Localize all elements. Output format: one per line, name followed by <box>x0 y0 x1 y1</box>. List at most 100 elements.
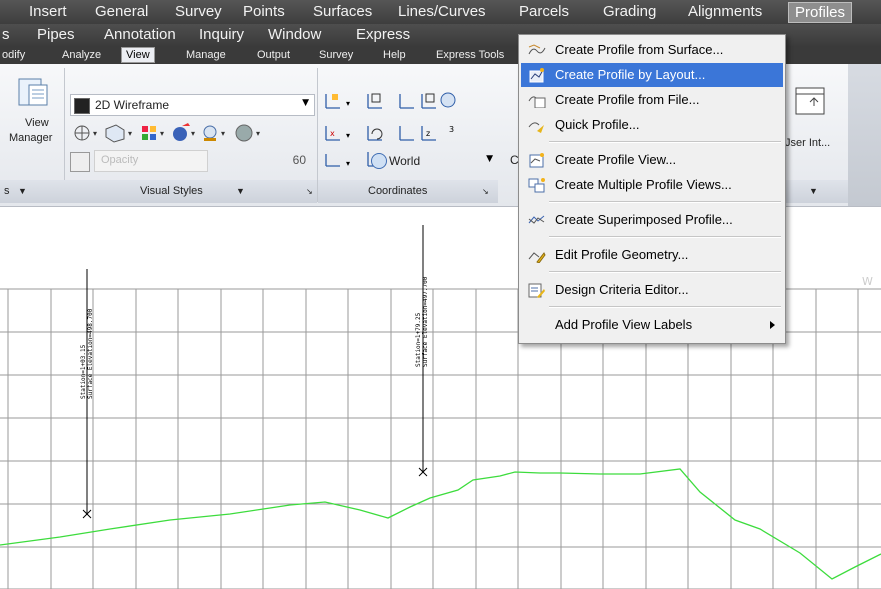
menu-alignments[interactable]: Alignments <box>688 0 762 24</box>
menu-pipes[interactable]: Pipes <box>37 24 75 46</box>
menu-survey[interactable]: Survey <box>175 0 222 24</box>
profile-surface-icon <box>528 44 546 55</box>
station-label-mid-2: Surface Elevation=497.700 <box>422 276 429 367</box>
ucs-world-value: World <box>389 154 421 168</box>
chevron-down-icon: ▼ <box>486 154 493 164</box>
chevron-down-icon: ▼ <box>809 186 818 196</box>
view-manager-label1: View <box>25 117 49 129</box>
ucs-named-dropdown[interactable]: World ▼ <box>368 150 498 172</box>
view-manager-icon <box>18 78 48 106</box>
menu-separator <box>549 236 781 238</box>
opacity-toggle[interactable] <box>70 152 90 172</box>
svg-text:x: x <box>330 129 335 138</box>
view-manager-label2: Manager <box>9 132 53 144</box>
svg-text:▾: ▾ <box>346 99 350 108</box>
tab-view[interactable]: View <box>121 47 155 63</box>
tab-express-tools[interactable]: Express Tools <box>436 47 504 63</box>
menu-express[interactable]: Express <box>356 24 410 46</box>
tab-help[interactable]: Help <box>383 47 406 63</box>
menu-general[interactable]: General <box>95 0 148 24</box>
menu-partial[interactable]: s <box>2 24 10 46</box>
coordinates-panel-title: Coordinates <box>368 185 428 197</box>
menu-item-create-profile-by-layout[interactable]: Create Profile by Layout... <box>521 63 783 87</box>
world-icon <box>371 153 387 169</box>
svg-text:3: 3 <box>449 125 454 134</box>
visual-styles-panel-bar[interactable]: Visual Styles ▼ ↘ <box>64 180 317 203</box>
profile-view-icon <box>529 153 544 168</box>
menu-grading[interactable]: Grading <box>603 0 656 24</box>
user-interface-icon <box>795 87 825 115</box>
menu-window[interactable]: Window <box>268 24 321 46</box>
station-label-left-2: Surface Elevation=498.700 <box>87 308 94 399</box>
visual-style-value: 2D Wireframe <box>95 98 170 112</box>
menu-item-create-multiple-profile-views[interactable]: Create Multiple Profile Views... <box>521 173 783 197</box>
ribbon-edge <box>848 64 881 206</box>
opacity-value: 60 <box>292 153 306 167</box>
menu-item-design-criteria-editor[interactable]: Design Criteria Editor... <box>521 278 783 302</box>
menu-inquiry[interactable]: Inquiry <box>199 24 244 46</box>
menu-item-create-profile-from-surface[interactable]: Create Profile from Surface... <box>521 38 783 62</box>
tab-output[interactable]: Output <box>257 47 290 63</box>
svg-text:▾: ▾ <box>93 129 97 138</box>
visual-styles-panel-title: Visual Styles <box>140 185 203 197</box>
wireframe-icon <box>74 98 90 114</box>
autocad-civil3d-window: Insert General Survey Points Surfaces Li… <box>0 0 881 589</box>
tab-modify[interactable]: odify <box>2 47 25 63</box>
views-panel-bar[interactable]: s ▼ <box>0 180 64 203</box>
surface-profile-line <box>0 468 881 580</box>
menu-item-create-superimposed-profile[interactable]: Create Superimposed Profile... <box>521 208 783 232</box>
menu-separator <box>549 271 781 273</box>
tab-manage[interactable]: Manage <box>186 47 226 63</box>
quick-profile-icon <box>528 122 544 133</box>
tab-analyze[interactable]: Analyze <box>62 47 101 63</box>
menu-points[interactable]: Points <box>243 0 285 24</box>
chevron-down-icon: ▼ <box>302 98 309 108</box>
svg-text:▾: ▾ <box>346 159 350 168</box>
station-label-mid-1: Station=1+79.25 <box>415 312 422 367</box>
opacity-slider[interactable]: Opacity <box>94 150 208 172</box>
profile-file-icon <box>528 96 546 108</box>
visual-style-dropdown[interactable]: 2D Wireframe ▼ <box>70 94 315 116</box>
menu-item-create-profile-view[interactable]: Create Profile View... <box>521 148 783 172</box>
menu-insert[interactable]: Insert <box>29 0 67 24</box>
chevron-down-icon: ▼ <box>18 186 27 196</box>
user-interface-label[interactable]: Jser Int... <box>785 137 830 149</box>
menu-separator <box>549 201 781 203</box>
menu-lines-curves[interactable]: Lines/Curves <box>398 0 486 24</box>
profiles-dropdown-menu: Create Profile from Surface... Create Pr… <box>518 34 786 344</box>
windows-panel-bar[interactable]: ▼ <box>785 180 848 203</box>
svg-text:▾: ▾ <box>160 129 164 138</box>
panel-launcher-icon: ↘ <box>306 187 313 196</box>
profile-layout-icon <box>529 68 544 83</box>
edit-profile-geometry-icon <box>528 252 546 263</box>
menu-bar: Insert General Survey Points Surfaces Li… <box>0 0 881 24</box>
menu-profiles[interactable]: Profiles <box>788 2 853 23</box>
visual-style-toolbar: ▾ ▾ ▾ ▾ ▾ ▾ <box>74 123 260 143</box>
design-criteria-icon <box>528 283 545 298</box>
opacity-label: Opacity <box>101 154 139 166</box>
menu-item-edit-profile-geometry[interactable]: Edit Profile Geometry... <box>521 243 783 267</box>
views-panel-title: s <box>4 185 10 197</box>
svg-text:▾: ▾ <box>128 129 132 138</box>
menu-separator <box>549 141 781 143</box>
svg-text:▾: ▾ <box>256 129 260 138</box>
menu-separator <box>549 306 781 308</box>
chevron-down-icon: ▼ <box>236 186 245 196</box>
viewcube-edge-mark: W <box>862 275 873 288</box>
menu-item-add-profile-view-labels[interactable]: Add Profile View Labels <box>521 313 783 337</box>
coordinates-panel-bar[interactable]: Coordinates ↘ <box>318 180 498 203</box>
panel-launcher-icon: ↘ <box>482 187 489 196</box>
svg-text:▾: ▾ <box>191 129 195 138</box>
menu-annotation[interactable]: Annotation <box>104 24 176 46</box>
menu-item-create-profile-from-file[interactable]: Create Profile from File... <box>521 88 783 112</box>
menu-parcels[interactable]: Parcels <box>519 0 569 24</box>
submenu-arrow-icon <box>770 321 775 329</box>
station-label-left-1: Station=1+03.15 <box>80 344 87 399</box>
menu-surfaces[interactable]: Surfaces <box>313 0 372 24</box>
svg-text:▾: ▾ <box>346 131 350 140</box>
tab-survey[interactable]: Survey <box>319 47 353 63</box>
view-manager-button[interactable]: View Manager <box>6 72 60 162</box>
svg-text:▾: ▾ <box>221 129 225 138</box>
multiple-profile-views-icon <box>528 178 545 193</box>
menu-item-quick-profile[interactable]: Quick Profile... <box>521 113 783 137</box>
